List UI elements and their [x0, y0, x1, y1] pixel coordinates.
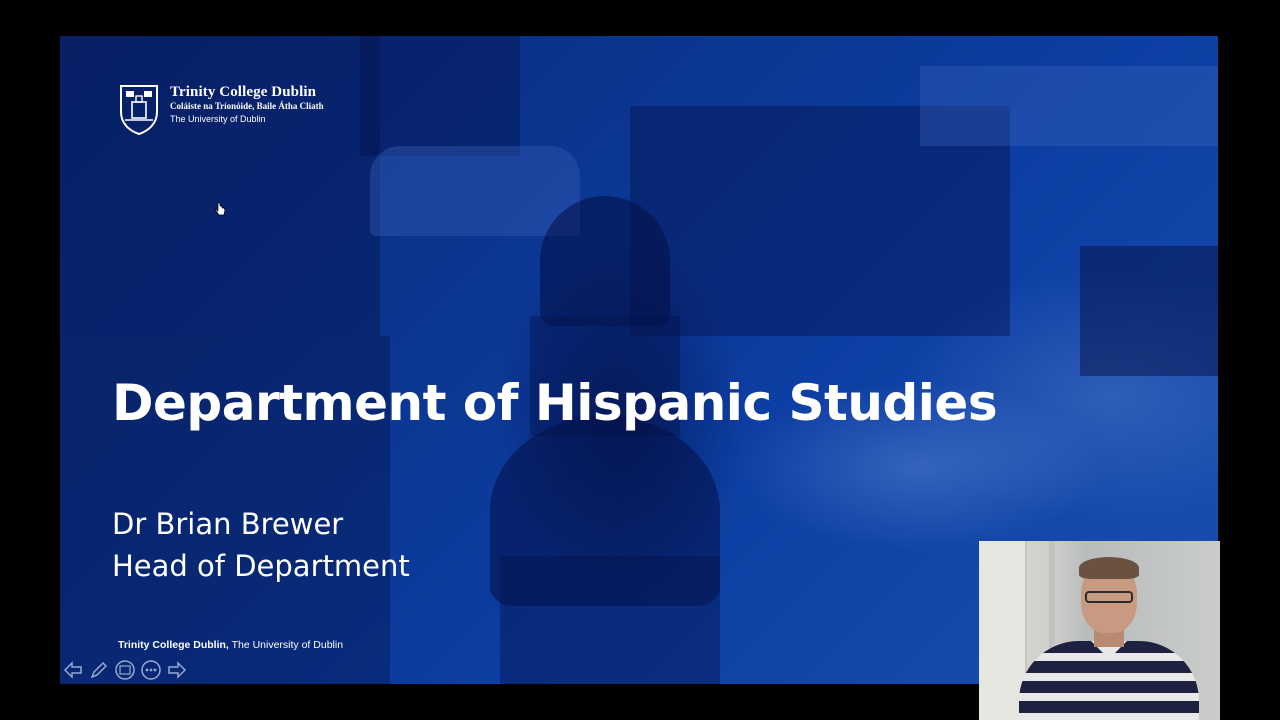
next-icon — [168, 661, 187, 679]
mouse-cursor-icon — [215, 202, 226, 216]
previous-slide-button[interactable] — [62, 659, 84, 681]
slide-footer: Trinity College Dublin, The University o… — [118, 639, 343, 651]
footer-university: The University of Dublin — [231, 639, 344, 651]
glasses-icon — [1085, 591, 1133, 603]
presenter-role: Head of Department — [112, 549, 410, 583]
video-frame: Trinity College Dublin Coláiste na Tríon… — [0, 0, 1280, 720]
pen-icon — [90, 661, 108, 679]
pen-tool-button[interactable] — [88, 659, 110, 681]
more-options-button[interactable] — [140, 659, 162, 681]
logo-tagline: The University of Dublin — [170, 113, 266, 124]
crest-icon — [120, 85, 158, 136]
tcd-logo: Trinity College Dublin Coláiste na Tríon… — [118, 82, 324, 136]
next-slide-button[interactable] — [166, 659, 188, 681]
presenter-info: Dr Brian Brewer Head of Department — [112, 503, 410, 587]
previous-icon — [63, 661, 82, 679]
slideshow-controls — [62, 659, 188, 681]
logo-subtitle: Coláiste na Tríonóide, Baile Átha Cliath — [170, 101, 324, 112]
see-all-slides-button[interactable] — [114, 659, 136, 681]
logo-title: Trinity College Dublin — [170, 84, 317, 100]
slides-icon — [115, 660, 135, 680]
webcam-feed — [979, 541, 1220, 720]
slide-title: Department of Hispanic Studies — [112, 374, 998, 432]
footer-institution: Trinity College Dublin, — [118, 639, 229, 651]
presenter-name: Dr Brian Brewer — [112, 507, 344, 541]
more-icon — [141, 660, 161, 680]
